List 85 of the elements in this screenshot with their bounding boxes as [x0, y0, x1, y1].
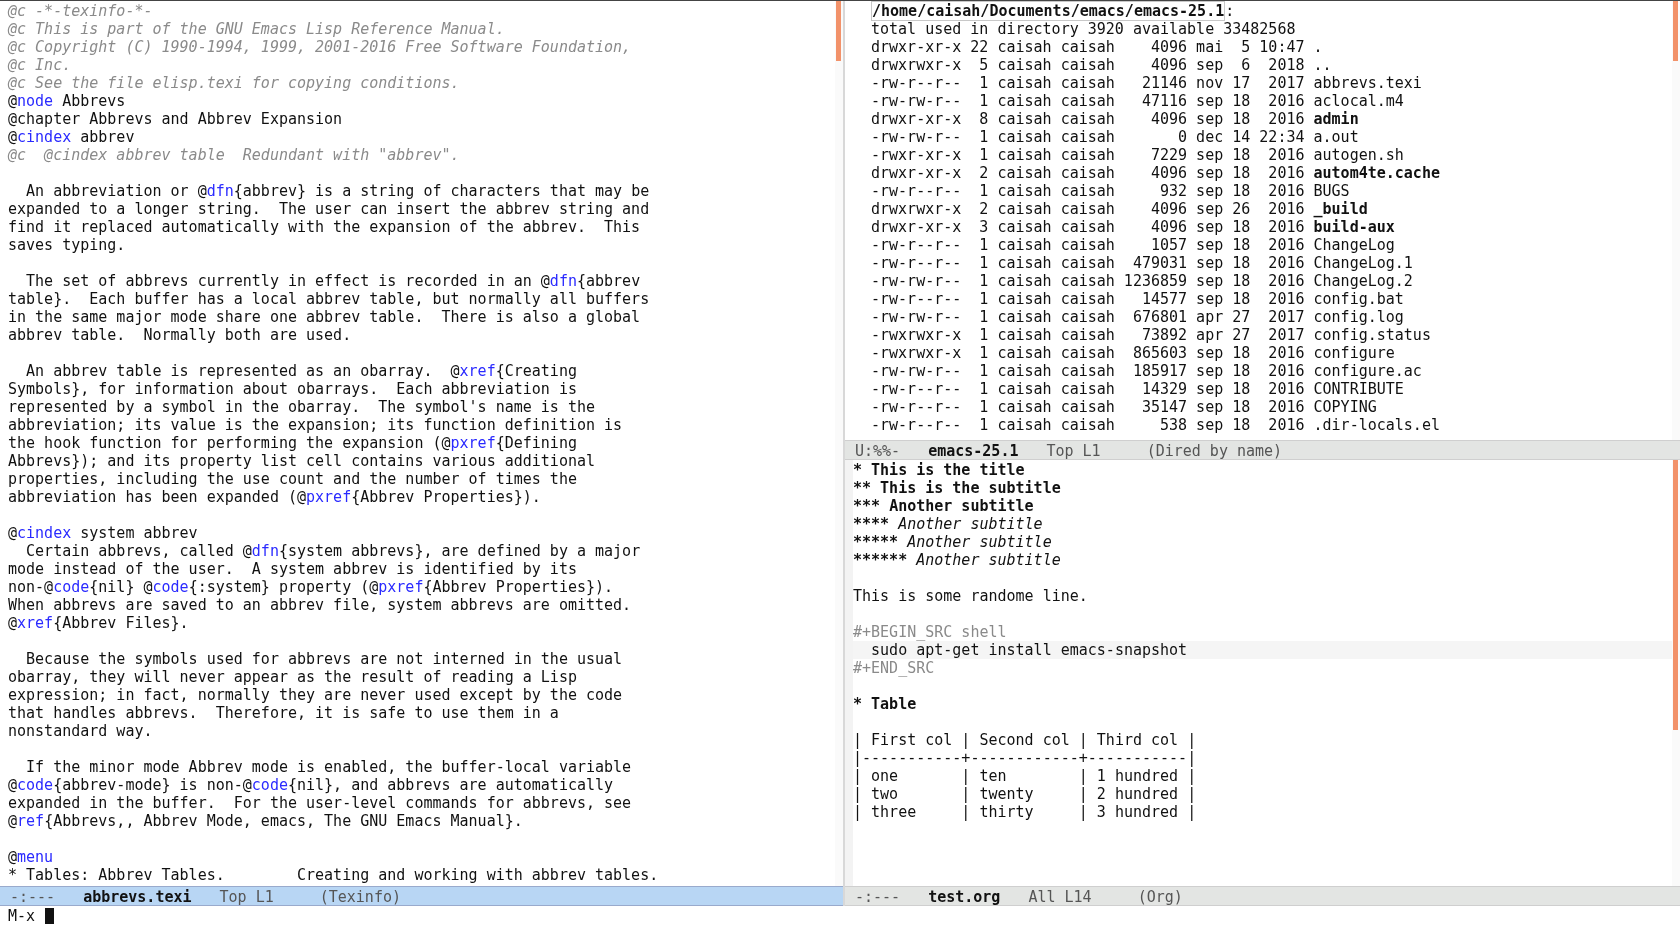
comment-line: @c @cindex abbrev table Redundant with "abbrev".: [8, 146, 461, 164]
code-line: @cindex abbrev: [8, 128, 136, 146]
file-entry[interactable]: -rw-r--r-- 1 caisah caisah 35147 sep 18 2016 COPYING: [853, 398, 1672, 416]
code-line: represented by a symbol in the obarray. The symbol's name is the: [8, 398, 596, 416]
code-line: If the minor mode Abbrev mode is enabled, the buffer-local variable: [25, 758, 633, 776]
code-line: non-@code{nil} @code{:system} property (@pxref{Abbrev Properties}).: [8, 578, 615, 596]
file-entry[interactable]: drwxr-xr-x 3 caisah caisah 4096 sep 18 2016 build-aux: [853, 218, 1672, 236]
org-heading: ** This is the subtitle: [853, 479, 1062, 497]
comment-line: @c -*-texinfo-*-: [8, 2, 154, 20]
file-entry[interactable]: -rw-r--r-- 1 caisah caisah 14329 sep 18 2016 CONTRIBUTE: [853, 380, 1672, 398]
comment-line: @c This is part of the GNU Emacs Lisp Reference Manual.: [8, 20, 506, 38]
file-entry[interactable]: drwxr-xr-x 8 caisah caisah 4096 sep 18 2016 admin: [853, 110, 1672, 128]
file-entry[interactable]: drwxrwxr-x 2 caisah caisah 4096 sep 26 2016 _build: [853, 200, 1672, 218]
code-line: @node Abbrevs: [8, 92, 127, 110]
comment-line: @c See the file elisp.texi for copying conditions.: [8, 74, 461, 92]
code-line: saves typing.: [8, 236, 127, 254]
table-row-text: | three | thirty | 3 hundred |: [853, 803, 1198, 821]
code-line: Certain abbrevs, called @dfn{system abbrevs}, are defined by a major: [25, 542, 642, 560]
file-entry[interactable]: drwxrwxr-x 5 caisah caisah 4096 sep 6 2018 ..: [853, 56, 1672, 74]
code-line: When abbrevs are saved to an abbrev file, system abbrevs are omitted.: [8, 596, 633, 614]
file-entry[interactable]: -rw-rw-r-- 1 caisah caisah 47116 sep 18 2016 aclocal.m4: [853, 92, 1672, 110]
cursor-icon: [45, 908, 55, 924]
code-line: find it replaced automatically with the expansion of the abbrev. This: [8, 218, 642, 236]
org-heading: ****** Another subtitle: [853, 551, 1062, 569]
code-line: abbreviation; its value is the expansion; its function definition is: [8, 416, 624, 434]
file-entry[interactable]: -rwxrwxr-x 1 caisah caisah 865603 sep 18 2016 configure: [853, 344, 1672, 362]
file-entry[interactable]: -rw-r--r-- 1 caisah caisah 538 sep 18 2016 .dir-locals.el: [853, 416, 1672, 434]
org-heading: **** Another subtitle: [853, 515, 1044, 533]
table-row-text: | two | twenty | 2 hundred |: [853, 785, 1198, 803]
file-entry[interactable]: -rw-rw-r-- 1 caisah caisah 0 dec 14 22:34 a.out: [853, 128, 1672, 146]
file-entry[interactable]: drwxr-xr-x 2 caisah caisah 4096 sep 18 2016 autom4te.cache: [853, 164, 1672, 182]
scrollbar-thumb[interactable]: [1673, 460, 1678, 730]
code-line: Symbols}, for information about obarrays. Each abbreviation is: [8, 380, 578, 398]
file-entry[interactable]: -rw-r--r-- 1 caisah caisah 1057 sep 18 2016 ChangeLog: [853, 236, 1672, 254]
table-row-text: | First col | Second col | Third col |: [853, 731, 1198, 749]
code-line: Abbrevs}); and its property list cell contains various additional: [8, 452, 596, 470]
code-line: expanded to a longer string. The user can insert the abbrev string and: [8, 200, 651, 218]
file-entry[interactable]: -rw-r--r-- 1 caisah caisah 21146 nov 17 2017 abbrevs.texi: [853, 74, 1672, 92]
file-entry[interactable]: -rw-rw-r-- 1 caisah caisah 676801 apr 27 2017 config.log: [853, 308, 1672, 326]
code-line: the hook function for performing the expansion (@pxref{Defining: [8, 434, 578, 452]
directory-summary: total used in directory 3920 available 33482568: [870, 20, 1297, 38]
table-row-text: | one | ten | 1 hundred |: [853, 767, 1198, 785]
code-line: @menu: [8, 848, 55, 866]
file-entry[interactable]: -rw-r--r-- 1 caisah caisah 14577 sep 18 2016 config.bat: [853, 290, 1672, 308]
code-line: @xref{Abbrev Files}.: [8, 614, 190, 632]
code-line: nonstandard way.: [8, 722, 154, 740]
code-line: expression; in fact, normally they are never used except by the code: [8, 686, 624, 704]
code-line: @code{abbrev-mode} is non-@code{nil}, and abbrevs are automatically: [8, 776, 615, 794]
code-line: @chapter Abbrevs and Abbrev Expansion: [8, 110, 344, 128]
minibuffer-prompt: M-x: [8, 906, 36, 926]
code-line: table}. Each buffer has a local abbrev table, but normally all buffers: [8, 290, 651, 308]
code-line: mode instead of the user. A system abbrev is identified by its: [8, 560, 578, 578]
comment-line: @c Inc.: [8, 56, 73, 74]
code-line: An abbrev table is represented as an obarray. @xref{Creating: [25, 362, 578, 380]
code-line: abbrev table. Normally both are used.: [8, 326, 353, 344]
org-heading: ***** Another subtitle: [853, 533, 1053, 551]
scrollbar-thumb[interactable]: [1673, 1, 1678, 61]
block-delimiter: #+END_SRC: [853, 659, 936, 677]
org-heading: * This is the title: [853, 461, 1026, 479]
code-line: expanded in the buffer. For the user-level commands for abbrevs, see: [8, 794, 633, 812]
code-line: abbreviation has been expanded (@pxref{Abbrev Properties}).: [8, 488, 542, 506]
file-entry[interactable]: -rw-r--r-- 1 caisah caisah 479031 sep 18 2016 ChangeLog.1: [853, 254, 1672, 272]
org-heading: *** Another subtitle: [853, 497, 1035, 515]
code-line: Because the symbols used for abbrevs are not interned in the usual: [25, 650, 624, 668]
file-entry[interactable]: -rw-rw-r-- 1 caisah caisah 185917 sep 18 2016 configure.ac: [853, 362, 1672, 380]
code-line: properties, including the use count and the number of times the: [8, 470, 578, 488]
file-entry[interactable]: drwxr-xr-x 22 caisah caisah 4096 mai 5 10:47 .: [853, 38, 1672, 56]
code-line: @cindex system abbrev: [8, 524, 199, 542]
code-line: @ref{Abbrevs,, Abbrev Mode, emacs, The GNU Emacs Manual}.: [8, 812, 524, 830]
org-heading: * Table: [853, 695, 918, 713]
file-entry[interactable]: -rwxrwxr-x 1 caisah caisah 73892 apr 27 2017 config.status: [853, 326, 1672, 344]
block-delimiter: #+BEGIN_SRC shell: [853, 623, 1008, 641]
file-entry[interactable]: -rwxr-xr-x 1 caisah caisah 7229 sep 18 2016 autogen.sh: [853, 146, 1672, 164]
scrollbar-thumb[interactable]: [836, 1, 841, 61]
code-line: * Tables: Abbrev Tables. Creating and working with abbrev tables.: [8, 866, 660, 884]
comment-line: @c Copyright (C) 1990-1994, 1999, 2001-2016 Free Software Foundation,: [8, 38, 633, 56]
code-line: The set of abbrevs currently in effect is recorded in an @dfn{abbrev: [25, 272, 642, 290]
code-line: in the same major mode share one abbrev table. There is also a global: [8, 308, 642, 326]
table-row-text: |-----------+------------+-----------|: [853, 749, 1198, 767]
text-line: This is some randome line.: [853, 587, 1089, 605]
code-line: An abbreviation or @dfn{abbrev} is a string of characters that may be: [25, 182, 651, 200]
code-line: obarray, they will never appear as the result of reading a Lisp: [8, 668, 578, 686]
file-entry[interactable]: -rw-r--r-- 1 caisah caisah 932 sep 18 2016 BUGS: [853, 182, 1672, 200]
file-entry[interactable]: -rw-rw-r-- 1 caisah caisah 1236859 sep 18 2016 ChangeLog.2: [853, 272, 1672, 290]
code-line: that handles abbrevs. Therefore, it is safe to use them in a: [8, 704, 560, 722]
